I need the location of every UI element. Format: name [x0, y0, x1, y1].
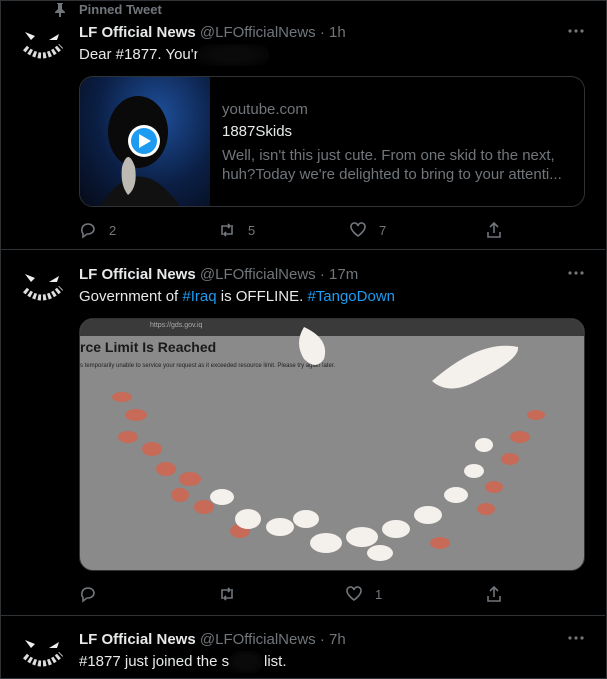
like-count: 7: [379, 222, 387, 238]
reply-button[interactable]: [79, 585, 109, 603]
link-card[interactable]: youtube.com 1887Skids Well, isn't this j…: [79, 76, 585, 207]
share-icon: [487, 221, 501, 238]
avatar[interactable]: [19, 262, 67, 310]
reply-button[interactable]: 2: [79, 221, 116, 239]
tweet-header: LF Official News @LFOfficialNews · 17m: [79, 266, 358, 283]
tweet[interactable]: LF Official News @LFOfficialNews · 17m G…: [1, 250, 605, 616]
heart-icon: [350, 222, 366, 237]
timestamp[interactable]: 7h: [329, 631, 346, 648]
grin-avatar-icon: [19, 262, 67, 310]
more-options-button[interactable]: [567, 629, 585, 652]
retweet-icon: [221, 223, 233, 237]
share-button[interactable]: [485, 585, 515, 603]
tweet-header: LF Official News @LFOfficialNews · 7h: [79, 631, 346, 648]
like-button[interactable]: 1: [345, 585, 382, 603]
tweet-actions: 1: [79, 585, 509, 605]
avatar[interactable]: [19, 20, 67, 68]
separator: ·: [319, 631, 325, 648]
redaction-smudge: [229, 651, 263, 673]
pin-icon: [55, 2, 65, 17]
share-button[interactable]: [485, 221, 515, 239]
more-options-button[interactable]: [567, 22, 585, 45]
pinned-indicator: Pinned Tweet: [54, 2, 162, 17]
tweet-actions: 2 5 7: [79, 221, 509, 241]
reply-icon: [81, 223, 95, 239]
heart-icon: [346, 586, 362, 601]
reply-count: 2: [109, 222, 117, 238]
grin-overlay-image: [112, 327, 545, 561]
more-horizontal-icon: [568, 271, 584, 275]
user-handle[interactable]: @LFOfficialNews: [200, 24, 316, 41]
retweet-button[interactable]: 5: [218, 221, 255, 239]
timestamp[interactable]: 1h: [329, 24, 346, 41]
tweet[interactable]: LF Official News @LFOfficialNews · 7h #1…: [1, 616, 605, 678]
display-name[interactable]: LF Official News: [79, 266, 196, 283]
tweet-image[interactable]: https://gds.gov.iq rce Limit Is Reached …: [79, 318, 585, 571]
separator: ·: [319, 266, 325, 283]
card-description-line1: Well, isn't this just cute. From one ski…: [222, 147, 555, 164]
tweet-text-prefix: Government of: [79, 288, 183, 305]
tweet-text: Dear #1877. You're: [79, 46, 207, 63]
tweet-text: #1877 just joined the s: [79, 653, 229, 670]
grin-avatar-icon: [19, 628, 67, 676]
card-description-line2: huh?Today we're delighted to bring to yo…: [222, 166, 562, 183]
play-icon: [139, 134, 151, 148]
tweet-text-part-a: #1877 just joined the s: [79, 653, 230, 670]
reply-icon: [81, 587, 95, 603]
avatar[interactable]: [19, 628, 67, 676]
tweet-text-part-b: list.: [264, 653, 287, 670]
like-button[interactable]: 7: [349, 221, 386, 239]
display-name[interactable]: LF Official News: [79, 631, 196, 648]
tweet-text: Government of #Iraq is OFFLINE. #TangoDo…: [79, 288, 395, 305]
user-handle[interactable]: @LFOfficialNews: [200, 266, 316, 283]
tweet-text-content: Dear #1877. You're: [79, 46, 207, 63]
grin-avatar-icon: [19, 20, 67, 68]
display-name[interactable]: LF Official News: [79, 24, 196, 41]
user-handle[interactable]: @LFOfficialNews: [200, 631, 316, 648]
redaction-smudge: [197, 44, 269, 66]
tweet[interactable]: Pinned Tweet LF Official News @LFOfficia…: [1, 0, 605, 250]
pinned-label: Pinned Tweet: [79, 2, 162, 17]
more-options-button[interactable]: [567, 264, 585, 287]
like-count: 1: [375, 586, 383, 602]
more-horizontal-icon: [568, 636, 584, 640]
tweet-text-mid: is OFFLINE.: [216, 288, 308, 305]
card-title: 1887Skids: [222, 123, 293, 140]
retweet-icon: [221, 587, 233, 601]
share-icon: [487, 585, 501, 602]
card-thumbnail: [80, 77, 210, 206]
card-domain: youtube.com: [222, 101, 308, 118]
hashtag-link[interactable]: #Iraq: [182, 288, 216, 305]
timestamp[interactable]: 17m: [329, 266, 358, 283]
play-button[interactable]: [128, 125, 160, 157]
tweet-header: LF Official News @LFOfficialNews · 1h: [79, 24, 346, 41]
retweet-button[interactable]: [218, 585, 248, 603]
more-horizontal-icon: [568, 29, 584, 33]
retweet-count: 5: [248, 222, 256, 238]
separator: ·: [319, 24, 325, 41]
hashtag-link[interactable]: #TangoDown: [307, 288, 395, 305]
